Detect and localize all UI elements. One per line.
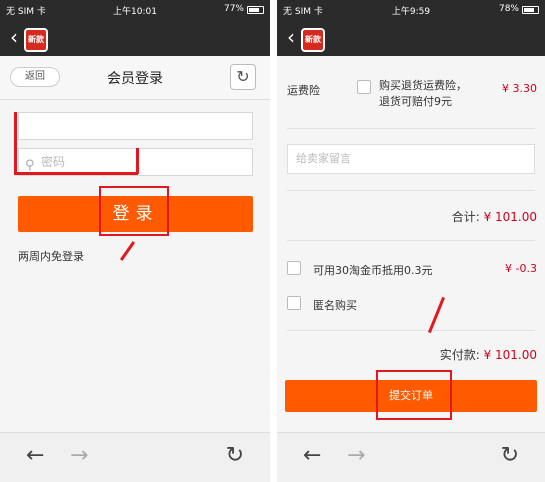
- status-bar: 无 SIM 卡 上午9:59 78%: [277, 0, 545, 20]
- message-input[interactable]: 给卖家留言: [287, 144, 535, 174]
- shipping-insurance-checkbox[interactable]: [357, 80, 371, 94]
- annotation-box: [376, 370, 452, 420]
- annotation-mark: [14, 172, 138, 175]
- app-bar: ‹ 新款: [277, 20, 545, 56]
- subtotal-label: 合计:: [451, 210, 480, 224]
- shipping-insurance-line2: 退货可赔付9元: [379, 95, 452, 108]
- battery-fill: [249, 8, 259, 12]
- order-screen: 无 SIM 卡 上午9:59 78% ‹ 新款 运费险 购买退货运费险， 退货可…: [277, 0, 545, 482]
- arrow-left-icon[interactable]: ←: [303, 443, 321, 468]
- browser-toolbar: ← → ↻: [0, 432, 270, 482]
- shipping-insurance-price: ¥ 3.30: [502, 82, 537, 95]
- battery-percent: 78%: [498, 4, 519, 14]
- page-header: 返回 会员登录 ↻: [0, 56, 270, 100]
- battery-percent: 77%: [223, 4, 244, 14]
- divider: [287, 330, 535, 331]
- username-field[interactable]: [18, 112, 253, 140]
- status-bar: 无 SIM 卡 上午10:01 77%: [0, 0, 270, 20]
- shipping-insurance-line1: 购买退货运费险，: [379, 79, 467, 92]
- refresh-button[interactable]: ↻: [230, 64, 256, 90]
- reload-icon[interactable]: ↻: [226, 443, 244, 468]
- annotation-mark: [119, 241, 136, 261]
- app-logo[interactable]: 新款: [24, 28, 48, 52]
- payable-amount: ¥ 101.00: [483, 348, 537, 362]
- browser-toolbar: ← → ↻: [277, 432, 545, 482]
- taobao-coins-label: 可用30淘金币抵用0.3元: [313, 264, 433, 277]
- password-placeholder: 密码: [41, 155, 66, 169]
- anonymous-checkbox[interactable]: [287, 296, 301, 310]
- annotation-box: [99, 186, 169, 236]
- chevron-left-icon[interactable]: ‹: [287, 27, 295, 47]
- key-icon: ⚲: [25, 158, 35, 173]
- taobao-coins-amount: ¥ -0.3: [505, 262, 537, 275]
- remember-me-label[interactable]: 两周内免登录: [18, 248, 84, 264]
- shipping-insurance-label: 运费险: [287, 84, 320, 97]
- annotation-mark: [136, 148, 139, 174]
- annotation-mark: [14, 112, 17, 174]
- login-screen: 无 SIM 卡 上午10:01 77% ‹ 新款 返回 会员登录 ↻ ⚲ 密码 …: [0, 0, 270, 482]
- chevron-left-icon[interactable]: ‹: [10, 27, 18, 47]
- battery-icon: [522, 6, 539, 14]
- battery-fill: [524, 8, 534, 12]
- divider: [287, 128, 535, 129]
- anonymous-label: 匿名购买: [313, 299, 357, 312]
- divider: [287, 190, 535, 191]
- shipping-insurance-option: 购买退货运费险， 退货可赔付9元: [379, 78, 467, 110]
- app-logo[interactable]: 新款: [301, 28, 325, 52]
- annotation-mark: [427, 296, 446, 334]
- app-bar: ‹ 新款: [0, 20, 270, 56]
- reload-icon[interactable]: ↻: [501, 443, 519, 468]
- taobao-coins-checkbox[interactable]: [287, 261, 301, 275]
- refresh-icon: ↻: [236, 67, 250, 86]
- payable-row: 实付款: ¥ 101.00: [440, 346, 537, 363]
- subtotal-amount: ¥ 101.00: [483, 210, 537, 224]
- divider: [287, 240, 535, 241]
- payable-label: 实付款:: [439, 348, 480, 362]
- battery-icon: [247, 6, 264, 14]
- subtotal-row: 合计: ¥ 101.00: [452, 208, 537, 225]
- arrow-left-icon[interactable]: ←: [26, 443, 44, 468]
- arrow-right-icon[interactable]: →: [70, 443, 88, 468]
- arrow-right-icon[interactable]: →: [347, 443, 365, 468]
